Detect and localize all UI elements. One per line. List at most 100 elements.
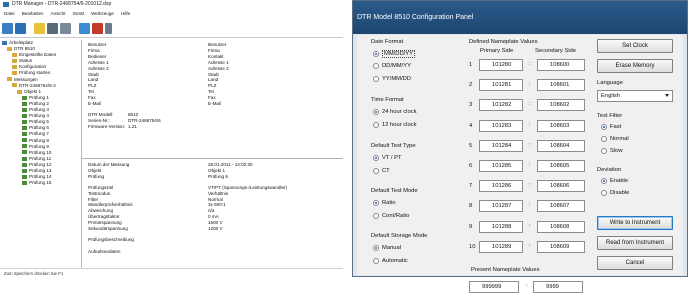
nameplate-row-number: 7 — [469, 183, 473, 190]
cancel-button[interactable]: Cancel — [597, 256, 673, 270]
tree-node-label: Prüfung 2 — [29, 100, 49, 106]
radio-label: Fast — [610, 124, 622, 130]
folder-icon — [12, 71, 17, 76]
radio-time-12h[interactable]: 12 hour clock — [373, 122, 416, 128]
save-icon[interactable] — [34, 22, 45, 34]
radio-mode-contratio[interactable]: Cont/Ratio — [373, 213, 409, 219]
dropdown-icon[interactable] — [105, 22, 112, 34]
secondary-value-field[interactable]: 108608 — [537, 220, 585, 233]
app-icon — [3, 2, 9, 7]
tree-node-label: Prüfung 5 — [29, 119, 49, 125]
radio-mode-ratio[interactable]: Ratio — [373, 200, 396, 206]
menu-edit[interactable]: Bearbeiten — [22, 11, 44, 16]
colon-separator: : — [529, 141, 531, 148]
primary-value-field[interactable]: 101289 — [479, 240, 523, 253]
menu-tools[interactable]: Werkzeuge — [91, 11, 114, 16]
radio-test-ct[interactable]: CT — [373, 168, 390, 174]
secondary-value-field[interactable]: 108604 — [537, 139, 585, 152]
write-to-instrument-button[interactable]: Write to Instrument — [597, 216, 673, 230]
radio-dot — [601, 124, 607, 130]
tree-node[interactable]: Prüfung 15 — [2, 180, 80, 186]
property-key: E-Mail — [88, 101, 102, 107]
language-select[interactable]: English — [597, 90, 673, 102]
test-type-title: Default Test Type — [371, 143, 416, 149]
primary-value-field[interactable]: 101284 — [479, 139, 523, 152]
secondary-value-field[interactable]: 108601 — [537, 79, 585, 92]
set-clock-button[interactable]: Set Clock — [597, 39, 673, 53]
radio-storage-automatic[interactable]: Automatic — [373, 258, 408, 264]
delete-icon[interactable] — [92, 22, 103, 34]
user-properties: Benutzer Benutzer Firma Firma Bediener Kontak… — [88, 42, 229, 130]
present-secondary-field[interactable]: 9999 — [533, 281, 583, 293]
menu-device[interactable]: Gerät — [73, 11, 84, 16]
toolbar-divider — [0, 37, 343, 38]
dialog-body: Date Format MM/DD/YY DD/MM/YY YY/MM/DD T… — [357, 35, 683, 293]
folder-icon — [12, 65, 17, 70]
radio-time-24h[interactable]: 24 hour clock — [373, 109, 416, 115]
nameplate-row-number: 10 — [469, 243, 476, 250]
read-from-instrument-button[interactable]: Read from Instrument — [597, 236, 673, 250]
radio-test-vtpt[interactable]: VT / PT — [373, 155, 402, 161]
new-file-icon[interactable] — [2, 22, 13, 34]
primary-value-field[interactable]: 101288 — [479, 220, 523, 233]
secondary-value-field[interactable]: 108607 — [537, 200, 585, 213]
config-icon[interactable] — [79, 22, 90, 34]
primary-value-field[interactable]: 101287 — [479, 200, 523, 213]
menu-view[interactable]: Ansicht — [51, 11, 66, 16]
tree-node-label: Prüfung 14 — [29, 174, 52, 180]
radio-label: YY/MM/DD — [382, 76, 411, 82]
secondary-value-field[interactable]: 108603 — [537, 119, 585, 132]
radio-deviation-enable[interactable]: Enable — [601, 178, 628, 184]
tree-node-label: Prüfung 6 — [29, 125, 49, 131]
erase-memory-button[interactable]: Erase Memory — [597, 59, 673, 73]
primary-value-field[interactable]: 101280 — [479, 59, 523, 71]
radio-dot — [373, 109, 379, 115]
secondary-value-field[interactable]: 108609 — [537, 240, 585, 253]
secondary-value-field[interactable]: 108605 — [537, 160, 585, 172]
preview-icon[interactable] — [60, 22, 71, 34]
colon-separator: : — [526, 283, 528, 289]
radio-label: Normal — [610, 136, 629, 142]
radio-deviation-disable[interactable]: Disable — [601, 190, 629, 196]
radio-date-ddmmyy[interactable]: DD/MM/YY — [373, 63, 411, 69]
radio-filter-fast[interactable]: Fast — [601, 124, 621, 130]
radio-storage-manual[interactable]: Manual — [373, 245, 401, 251]
horizontal-splitter[interactable] — [82, 158, 343, 159]
colon-separator: : — [529, 182, 531, 189]
radio-label: MM/DD/YY — [382, 50, 415, 58]
primary-value-field[interactable]: 101282 — [479, 99, 523, 112]
present-primary-field[interactable]: 999999 — [469, 281, 519, 293]
primary-value-field[interactable]: 101285 — [479, 160, 523, 172]
secondary-value-field[interactable]: 108602 — [537, 99, 585, 112]
device-tree[interactable]: Arbeitsplatz DTR 8510 Eingestellte Daten St… — [2, 40, 80, 268]
secondary-value-field[interactable]: 108600 — [537, 59, 585, 71]
secondary-value-field[interactable]: 108606 — [537, 180, 585, 193]
document-icon — [22, 132, 27, 137]
colon-separator: : — [529, 222, 531, 229]
radio-dot — [373, 168, 379, 174]
storage-mode-title: Default Storage Mode — [371, 233, 428, 239]
primary-value-field[interactable]: 101283 — [479, 119, 523, 132]
print-icon[interactable] — [47, 22, 58, 34]
radio-date-yymmdd[interactable]: YY/MM/DD — [373, 76, 411, 82]
property-value: 1200 V — [208, 226, 223, 232]
radio-label: Manual — [382, 245, 402, 251]
menu-file[interactable]: Datei — [4, 11, 15, 16]
nameplate-row-number: 3 — [469, 102, 473, 109]
tree-node-label: Prüfung 9 — [29, 143, 49, 149]
folder-icon — [12, 83, 17, 88]
radio-filter-normal[interactable]: Normal — [601, 136, 629, 142]
primary-value-field[interactable]: 101281 — [479, 79, 523, 92]
primary-value-field[interactable]: 101286 — [479, 180, 523, 193]
language-title: Language — [597, 80, 623, 86]
nameplate-row-number: 2 — [469, 82, 473, 89]
device-info-row: Firmware-Version: 1.21 — [88, 124, 229, 130]
tree-node-label: DTR 8510 — [14, 46, 35, 52]
open-file-icon[interactable] — [15, 22, 26, 34]
menu-help[interactable]: Hilfe — [121, 11, 130, 16]
radio-filter-slow[interactable]: Slow — [601, 148, 623, 154]
radio-dot — [373, 245, 379, 251]
pane-splitter[interactable] — [81, 40, 82, 269]
tree-node-label: Prüfung 12 — [29, 161, 52, 167]
radio-date-mmddyy[interactable]: MM/DD/YY — [373, 50, 415, 58]
